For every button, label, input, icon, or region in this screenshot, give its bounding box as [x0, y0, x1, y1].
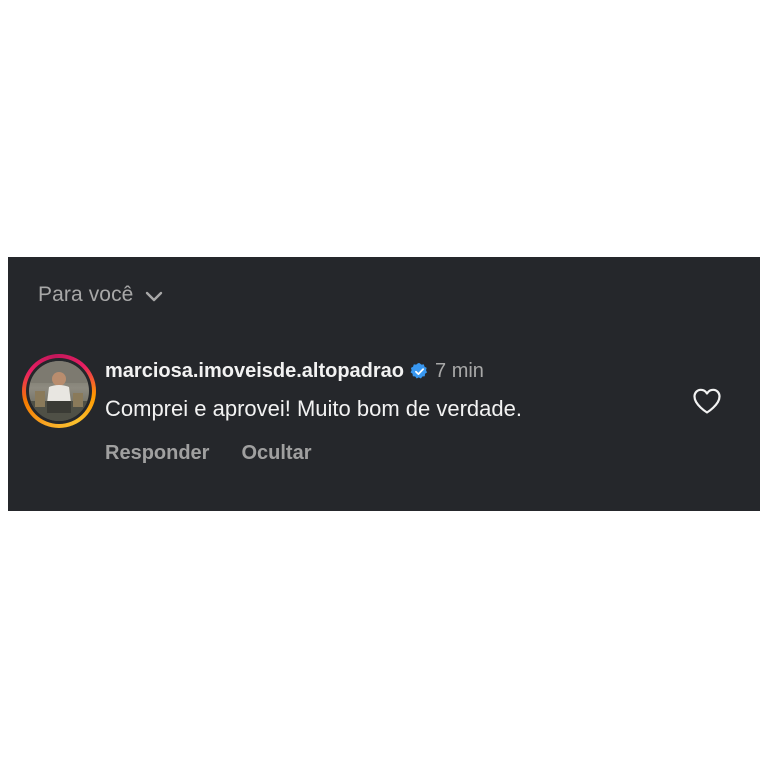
verified-badge-icon	[410, 362, 429, 381]
comments-panel: Para você marciosa.imoveisde.altopadrao …	[8, 257, 760, 511]
comment-header: marciosa.imoveisde.altopadrao 7 min	[105, 360, 484, 383]
sort-filter-dropdown[interactable]: Para você	[38, 283, 163, 307]
sort-filter-label: Para você	[38, 283, 134, 306]
heart-outline-icon[interactable]	[692, 387, 722, 415]
chevron-down-icon	[145, 290, 163, 302]
reply-button[interactable]: Responder	[105, 442, 209, 465]
comment-actions: Responder Ocultar	[105, 442, 312, 465]
comment-text: Comprei e aprovei! Muito bom de verdade.	[105, 396, 522, 421]
hide-button[interactable]: Ocultar	[241, 442, 311, 465]
avatar	[29, 361, 89, 421]
avatar-story-ring[interactable]	[22, 354, 96, 428]
comment-username[interactable]: marciosa.imoveisde.altopadrao	[105, 360, 404, 383]
comment-timestamp: 7 min	[435, 360, 484, 382]
